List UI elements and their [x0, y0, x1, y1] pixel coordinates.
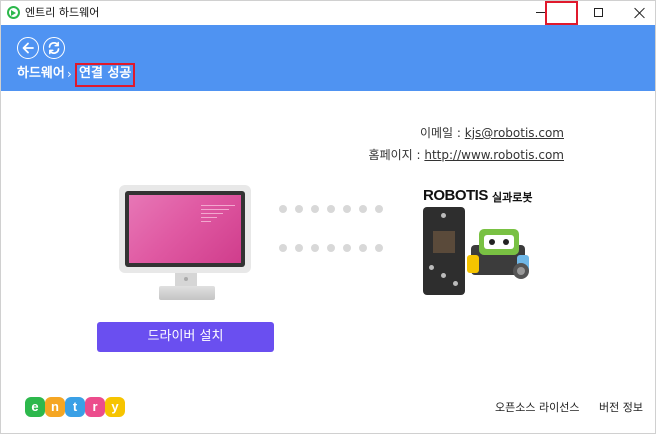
driver-install-button[interactable]: 드라이버 설치 [97, 322, 274, 352]
email-link[interactable]: kjs@robotis.com [465, 126, 564, 140]
version-info-link[interactable]: 버전 정보 [599, 401, 643, 415]
monitor-screen [125, 191, 245, 267]
minimize-highlight-box [545, 1, 578, 25]
computer-monitor-image [119, 185, 251, 273]
connection-dot [359, 205, 367, 213]
header-bar: 하드웨어 › 연결 성공 [1, 25, 655, 91]
contact-homepage: 홈페이지 : http://www.robotis.com [369, 147, 564, 163]
logo-letter: y [105, 397, 125, 417]
robot-kit-image [467, 229, 529, 279]
connection-dot [311, 205, 319, 213]
maximize-button[interactable] [577, 1, 623, 25]
controller-board-image [423, 207, 465, 295]
email-label: 이메일 : [419, 126, 465, 140]
app-window: 엔트리 하드웨어 하드웨어 › 연결 성공 이메일 : kjs@robotis.… [0, 0, 656, 434]
close-button[interactable] [623, 1, 655, 25]
connection-dot [279, 205, 287, 213]
window-title: 엔트리 하드웨어 [25, 6, 100, 19]
logo-letter: r [85, 397, 105, 417]
refresh-icon [48, 41, 60, 55]
logo-letter: e [25, 397, 45, 417]
close-icon [634, 7, 646, 19]
breadcrumb-separator: › [67, 67, 72, 81]
back-button[interactable] [17, 37, 39, 59]
connection-dot [295, 205, 303, 213]
maximize-icon [594, 8, 603, 17]
connection-dot [343, 205, 351, 213]
connection-dot [311, 244, 319, 252]
connection-dot [279, 244, 287, 252]
back-arrow-icon [22, 42, 34, 54]
connection-dot [343, 244, 351, 252]
open-source-license-link[interactable]: 오픈소스 라이선스 [495, 401, 579, 415]
breadcrumb-root: 하드웨어 [17, 66, 65, 81]
contact-email: 이메일 : kjs@robotis.com [420, 125, 564, 141]
robotis-logo: ROBOTIS [423, 187, 488, 204]
logo-letter: n [45, 397, 65, 417]
entry-app-icon [7, 6, 20, 19]
monitor-stand [159, 286, 215, 300]
connection-dot [375, 244, 383, 252]
breadcrumb-highlight-box [75, 63, 135, 87]
homepage-link[interactable]: http://www.robotis.com [424, 148, 564, 162]
connection-dot [327, 244, 335, 252]
connection-dot [375, 205, 383, 213]
logo-letter: t [65, 397, 85, 417]
robotis-product-name: 실과로봇 [492, 191, 533, 204]
refresh-button[interactable] [43, 37, 65, 59]
connection-dot [295, 244, 303, 252]
homepage-label: 홈페이지 : [368, 148, 425, 162]
title-bar: 엔트리 하드웨어 [1, 1, 655, 25]
connection-dot [327, 205, 335, 213]
connection-dot [359, 244, 367, 252]
monitor-power-dot [184, 277, 188, 281]
